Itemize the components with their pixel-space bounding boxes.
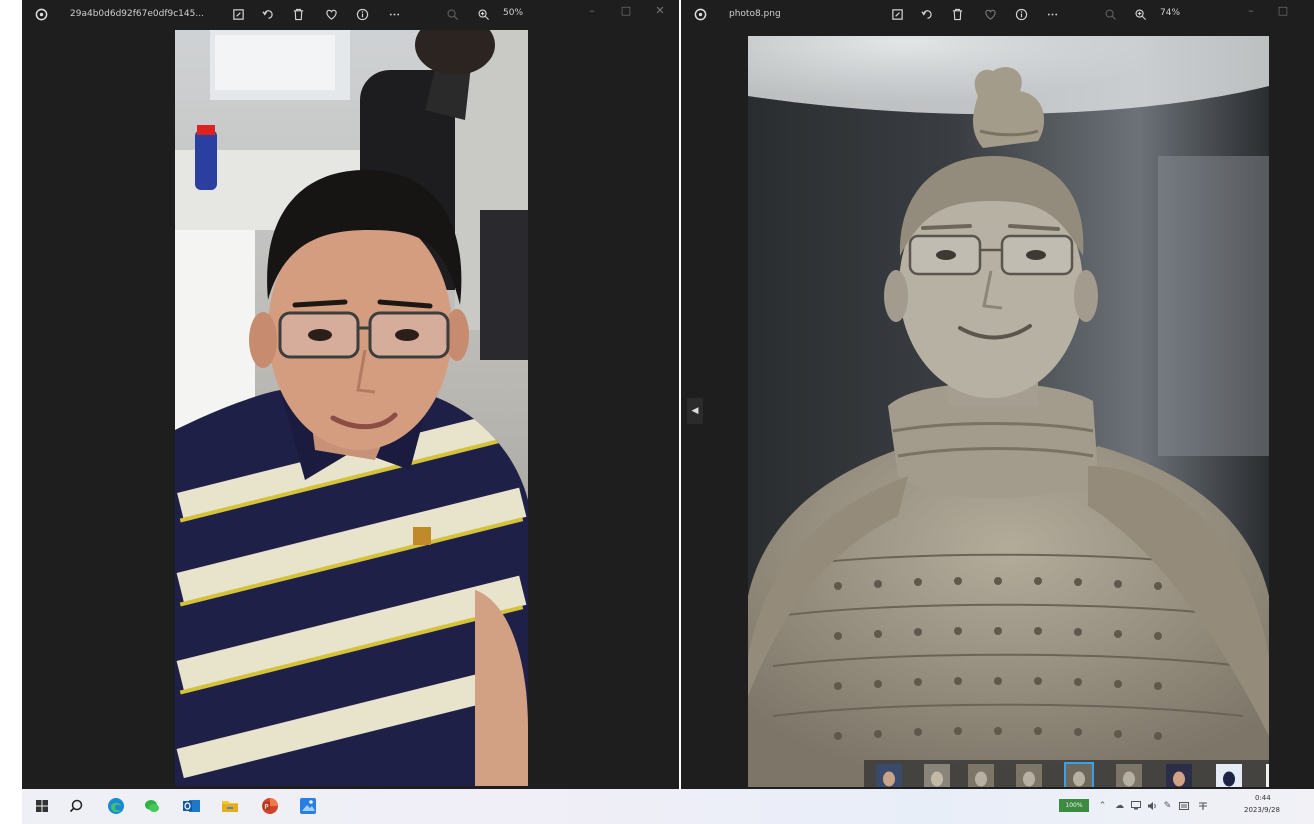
volume-icon[interactable] (1146, 800, 1157, 811)
desktop: 29a4b0d6d92f67e0df9c145... 50% – □ ✕ pho… (0, 0, 1314, 824)
title-bar: 29a4b0d6d92f67e0df9c145... (22, 0, 679, 28)
close-button[interactable]: ✕ (650, 2, 670, 18)
rotate-icon[interactable] (258, 4, 278, 24)
photo-viewer-window-right: photo8.png 74% – □ ◀ (681, 0, 1314, 789)
network-icon[interactable] (1130, 800, 1141, 811)
search-icon[interactable] (66, 796, 86, 816)
zoom-out-icon[interactable] (442, 4, 462, 24)
file-name: photo8.png (729, 9, 781, 19)
svg-text:P: P (264, 803, 268, 811)
photo-thumb-8[interactable] (1216, 764, 1242, 787)
photos-app-icon (689, 3, 711, 25)
powerpoint-icon[interactable]: P (260, 796, 280, 816)
delete-icon[interactable] (947, 4, 967, 24)
taskbar: P 100% ⌃ ☁ ✎ 0:44 2023/9/28 (22, 789, 1314, 824)
keyboard-icon[interactable] (1178, 800, 1189, 811)
clock-date[interactable]: 2023/9/28 (1244, 806, 1280, 814)
favorite-icon[interactable] (980, 4, 1000, 24)
zoom-in-icon[interactable] (473, 4, 493, 24)
file-explorer-icon[interactable] (220, 796, 240, 816)
photo-thumb-9[interactable] (1266, 764, 1269, 787)
zoom-level: 50% (503, 8, 524, 18)
outlook-icon[interactable] (182, 796, 202, 816)
terracotta-warrior-photo: 图片来源于 www.photophoto.cn No.20220908020P8… (748, 36, 1269, 787)
maximize-button[interactable]: □ (616, 2, 636, 18)
zoom-in-icon[interactable] (1130, 4, 1150, 24)
zoom-level: 74% (1160, 8, 1181, 18)
delete-icon[interactable] (288, 4, 308, 24)
start-icon[interactable] (32, 796, 52, 816)
filmstrip: 图片来源于 www.photophoto.cn No.20220908020P8… (864, 760, 1269, 787)
photo-thumb-2[interactable] (924, 764, 950, 787)
wechat-icon[interactable] (142, 796, 162, 816)
zoom-out-icon[interactable] (1100, 4, 1120, 24)
previous-image-button[interactable]: ◀ (687, 398, 703, 424)
photos-icon[interactable] (298, 796, 318, 816)
minimize-button[interactable]: – (582, 2, 602, 18)
photos-app-icon (30, 3, 52, 25)
photo-thumb-3[interactable] (968, 764, 994, 787)
rotate-icon[interactable] (917, 4, 937, 24)
edge-icon[interactable] (106, 796, 126, 816)
photo-thumb-1[interactable] (876, 764, 902, 787)
minimize-button[interactable]: – (1241, 2, 1261, 18)
ime-icon[interactable] (1197, 800, 1208, 811)
battery-badge[interactable]: 100% (1059, 799, 1089, 812)
chevron-up-icon[interactable]: ⌃ (1097, 800, 1108, 811)
edit-icon[interactable] (228, 4, 248, 24)
more-icon[interactable] (384, 4, 404, 24)
favorite-icon[interactable] (321, 4, 341, 24)
info-icon[interactable] (1011, 4, 1031, 24)
selfie-photo (175, 30, 528, 786)
pen-icon[interactable]: ✎ (1162, 800, 1173, 811)
more-icon[interactable] (1042, 4, 1062, 24)
maximize-button[interactable]: □ (1273, 2, 1293, 18)
clock-time[interactable]: 0:44 (1255, 794, 1271, 802)
photo-thumb-6[interactable] (1116, 764, 1142, 787)
edit-icon[interactable] (887, 4, 907, 24)
photo-viewer-window-left: 29a4b0d6d92f67e0df9c145... 50% – □ ✕ (22, 0, 679, 789)
file-name: 29a4b0d6d92f67e0df9c145... (70, 9, 204, 19)
photo-thumb-4[interactable] (1016, 764, 1042, 787)
photo-thumb-5[interactable] (1064, 762, 1094, 787)
onedrive-icon[interactable]: ☁ (1114, 800, 1125, 811)
info-icon[interactable] (352, 4, 372, 24)
photo-thumb-7[interactable] (1166, 764, 1192, 787)
